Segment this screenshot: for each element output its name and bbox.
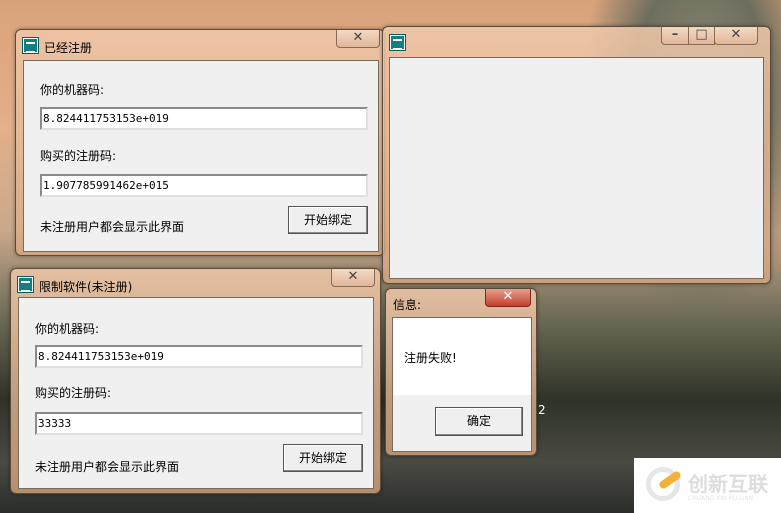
close-button[interactable]: ✕ <box>331 269 375 287</box>
close-button[interactable]: ✕ <box>485 289 531 307</box>
app-icon <box>22 37 39 54</box>
stray-text: 2 <box>538 403 546 417</box>
note-text: 未注册用户都会显示此界面 <box>35 460 180 474</box>
watermark-subtext: CHUANG XIN HU LIAN <box>688 495 754 502</box>
bind-button[interactable]: 开始绑定 <box>283 444 363 472</box>
title-bar[interactable]: 已经注册 ✕ <box>16 30 384 60</box>
watermark-text: 创新互联 <box>688 472 768 496</box>
app-icon <box>389 34 406 51</box>
close-button[interactable]: ✕ <box>336 30 380 48</box>
machine-code-label: 你的机器码: <box>35 322 100 336</box>
title-bar[interactable]: – □ ✕ <box>383 27 770 57</box>
maximize-button[interactable]: □ <box>688 27 715 45</box>
machine-code-input[interactable]: 8.824411753153e+019 <box>35 345 363 368</box>
limited-window: 限制软件(未注册) ✕ 你的机器码: 8.824411753153e+019 购… <box>10 268 381 494</box>
dialog-title: 信息: <box>393 298 422 312</box>
window-title: 已经注册 <box>44 41 93 55</box>
message-text: 注册失败! <box>404 351 457 365</box>
bind-button[interactable]: 开始绑定 <box>288 206 368 234</box>
message-dialog: 信息: ✕ 注册失败! 确定 <box>385 288 537 456</box>
client-area: 你的机器码: 8.824411753153e+019 购买的注册码: 1.907… <box>23 60 379 252</box>
reg-code-label: 购买的注册码: <box>40 149 117 163</box>
client-area: 注册失败! 确定 <box>392 317 532 452</box>
reg-code-input[interactable]: 33333 <box>35 412 363 435</box>
blank-window: – □ ✕ <box>382 26 771 284</box>
client-area <box>389 57 764 279</box>
machine-code-input[interactable]: 8.824411753153e+019 <box>40 107 368 130</box>
title-bar[interactable]: 限制软件(未注册) ✕ <box>11 269 380 299</box>
client-area: 你的机器码: 8.824411753153e+019 购买的注册码: 33333… <box>18 297 374 489</box>
window-title: 限制软件(未注册) <box>39 280 133 294</box>
app-icon <box>17 276 34 293</box>
watermark: 创新互联 CHUANG XIN HU LIAN <box>634 458 781 513</box>
title-bar[interactable]: 信息: ✕ <box>386 289 536 319</box>
registered-window: 已经注册 ✕ 你的机器码: 8.824411753153e+019 购买的注册码… <box>15 29 385 256</box>
reg-code-input[interactable]: 1.907785991462e+015 <box>40 174 368 197</box>
minimize-button[interactable]: – <box>661 27 689 45</box>
machine-code-label: 你的机器码: <box>40 83 105 97</box>
note-text: 未注册用户都会显示此界面 <box>40 220 185 234</box>
ok-button[interactable]: 确定 <box>435 407 523 436</box>
reg-code-label: 购买的注册码: <box>35 386 112 400</box>
close-button[interactable]: ✕ <box>714 27 758 45</box>
